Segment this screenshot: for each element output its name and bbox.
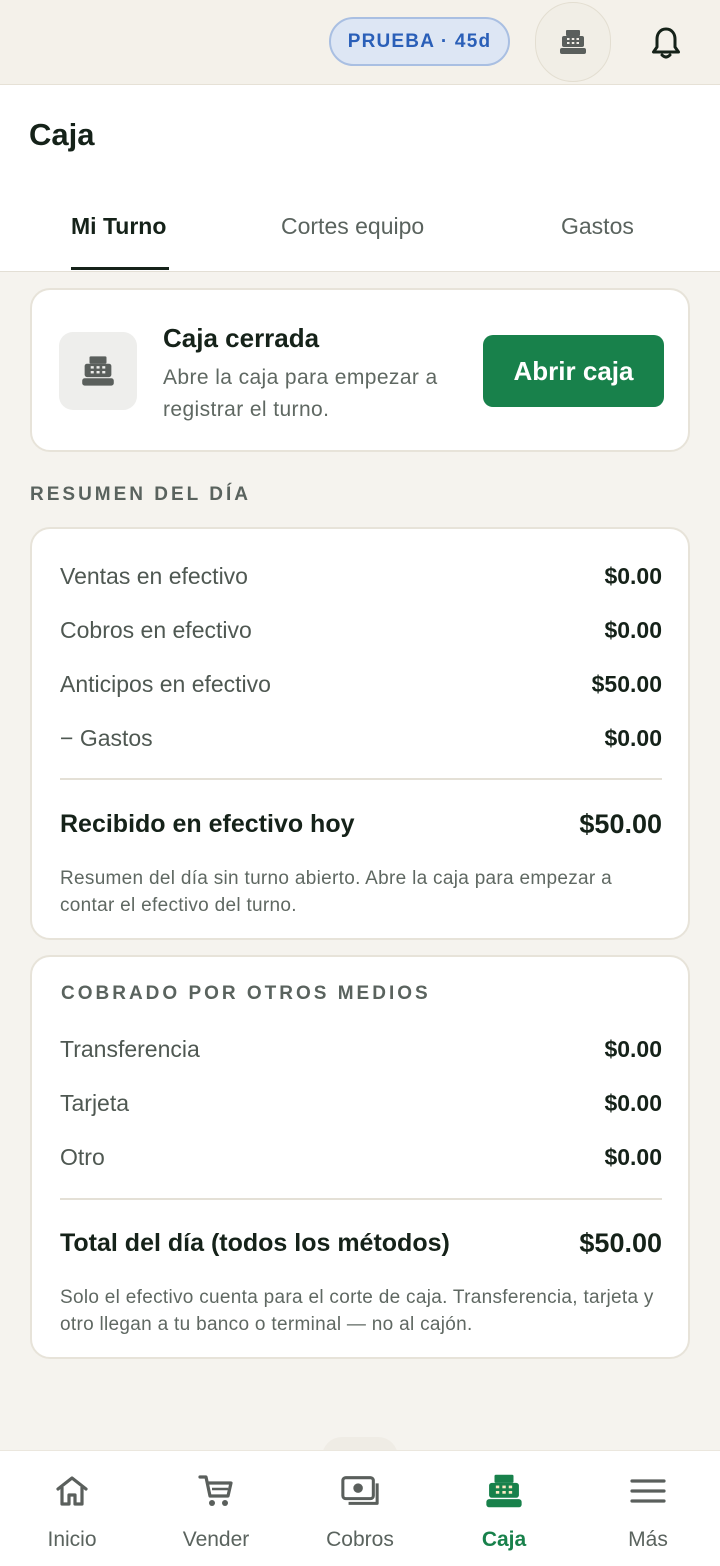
nav-label: Vender (182, 1528, 250, 1551)
summary-row-value: $0.00 (604, 724, 662, 751)
day-total-row: Total del día (todos los métodos) $50.00 (60, 1228, 662, 1258)
cart-icon (198, 1475, 233, 1506)
home-icon (56, 1476, 88, 1506)
daily-summary-label: RESUMEN DEL DÍA (30, 484, 251, 505)
register-closed-card: Caja cerrada Abre la caja para empezar a… (30, 288, 690, 452)
summary-row-value: $0.00 (604, 562, 662, 589)
summary-row: Anticipos en efectivo $50.00 (60, 669, 662, 699)
other-methods-card: COBRADO POR OTROS MEDIOS Transferencia $… (30, 955, 690, 1359)
page-title: Caja (29, 117, 95, 152)
method-row: Tarjeta $0.00 (60, 1088, 662, 1118)
register-icon-box (59, 332, 137, 410)
tab-gastos[interactable]: Gastos (561, 213, 634, 240)
register-status-description: Abre la caja para empezar a registrar el… (163, 366, 438, 421)
method-row-value: $0.00 (604, 1089, 662, 1116)
summary-total-row: Recibido en efectivo hoy $50.00 (60, 809, 662, 839)
other-methods-label: COBRADO POR OTROS MEDIOS (61, 983, 431, 1004)
cash-register-icon (560, 30, 586, 54)
method-row-value: $0.00 (604, 1143, 662, 1170)
summary-note: Resumen del día sin turno abierto. Abre … (60, 868, 612, 916)
divider (60, 1198, 662, 1200)
day-total-value: $50.00 (579, 1227, 662, 1258)
trial-badge[interactable]: PRUEBA · 45d (329, 17, 510, 66)
nav-item-inicio[interactable]: Inicio (0, 1451, 144, 1566)
cash-register-button[interactable] (535, 2, 611, 82)
method-row: Otro $0.00 (60, 1142, 662, 1172)
open-register-button[interactable]: Abrir caja (483, 335, 664, 407)
summary-row: − Gastos $0.00 (60, 723, 662, 753)
method-row-label: Tarjeta (60, 1089, 130, 1116)
summary-row: Cobros en efectivo $0.00 (60, 615, 662, 645)
nav-item-cobros[interactable]: Cobros (288, 1451, 432, 1566)
method-row-label: Otro (60, 1143, 105, 1170)
summary-row-label: − Gastos (60, 724, 153, 751)
menu-icon (630, 1479, 666, 1503)
active-tab-indicator (71, 267, 169, 270)
summary-row-value: $0.00 (604, 616, 662, 643)
summary-row-label: Cobros en efectivo (60, 616, 252, 643)
nav-item-vender[interactable]: Vender (144, 1451, 288, 1566)
nav-label: Cobros (326, 1528, 394, 1551)
summary-row-label: Anticipos en efectivo (60, 670, 271, 697)
page-header: Caja Mi Turno Cortes equipo Gastos (0, 85, 720, 272)
cash-register-icon (82, 356, 114, 386)
top-bar: PRUEBA · 45d (0, 0, 720, 85)
notifications-button[interactable] (640, 20, 692, 66)
nav-label: Inicio (47, 1528, 97, 1551)
nav-label: Más (628, 1528, 668, 1551)
day-total-label: Total del día (todos los métodos) (60, 1228, 450, 1257)
summary-row: Ventas en efectivo $0.00 (60, 561, 662, 591)
summary-total-value: $50.00 (579, 808, 662, 839)
summary-row-value: $50.00 (591, 670, 662, 697)
register-status-title: Caja cerrada (163, 323, 320, 353)
bell-icon (652, 27, 680, 59)
cash-register-icon (486, 1474, 522, 1508)
other-methods-note: Solo el efectivo cuenta para el corte de… (60, 1287, 654, 1335)
method-row-value: $0.00 (604, 1035, 662, 1062)
nav-item-caja[interactable]: Caja (432, 1451, 576, 1566)
method-row-label: Transferencia (60, 1035, 200, 1062)
tab-mi-turno[interactable]: Mi Turno (71, 213, 166, 240)
money-icon (341, 1476, 379, 1505)
nav-item-mas[interactable]: Más (576, 1451, 720, 1566)
summary-row-label: Ventas en efectivo (60, 562, 248, 589)
divider (60, 778, 662, 780)
tab-cortes-equipo[interactable]: Cortes equipo (281, 213, 424, 240)
daily-summary-card: Ventas en efectivo $0.00 Cobros en efect… (30, 527, 690, 940)
bottom-nav: Inicio Vender Cobros Caja Más (0, 1450, 720, 1566)
method-row: Transferencia $0.00 (60, 1034, 662, 1064)
summary-total-label: Recibido en efectivo hoy (60, 809, 355, 838)
nav-label: Caja (481, 1528, 527, 1551)
